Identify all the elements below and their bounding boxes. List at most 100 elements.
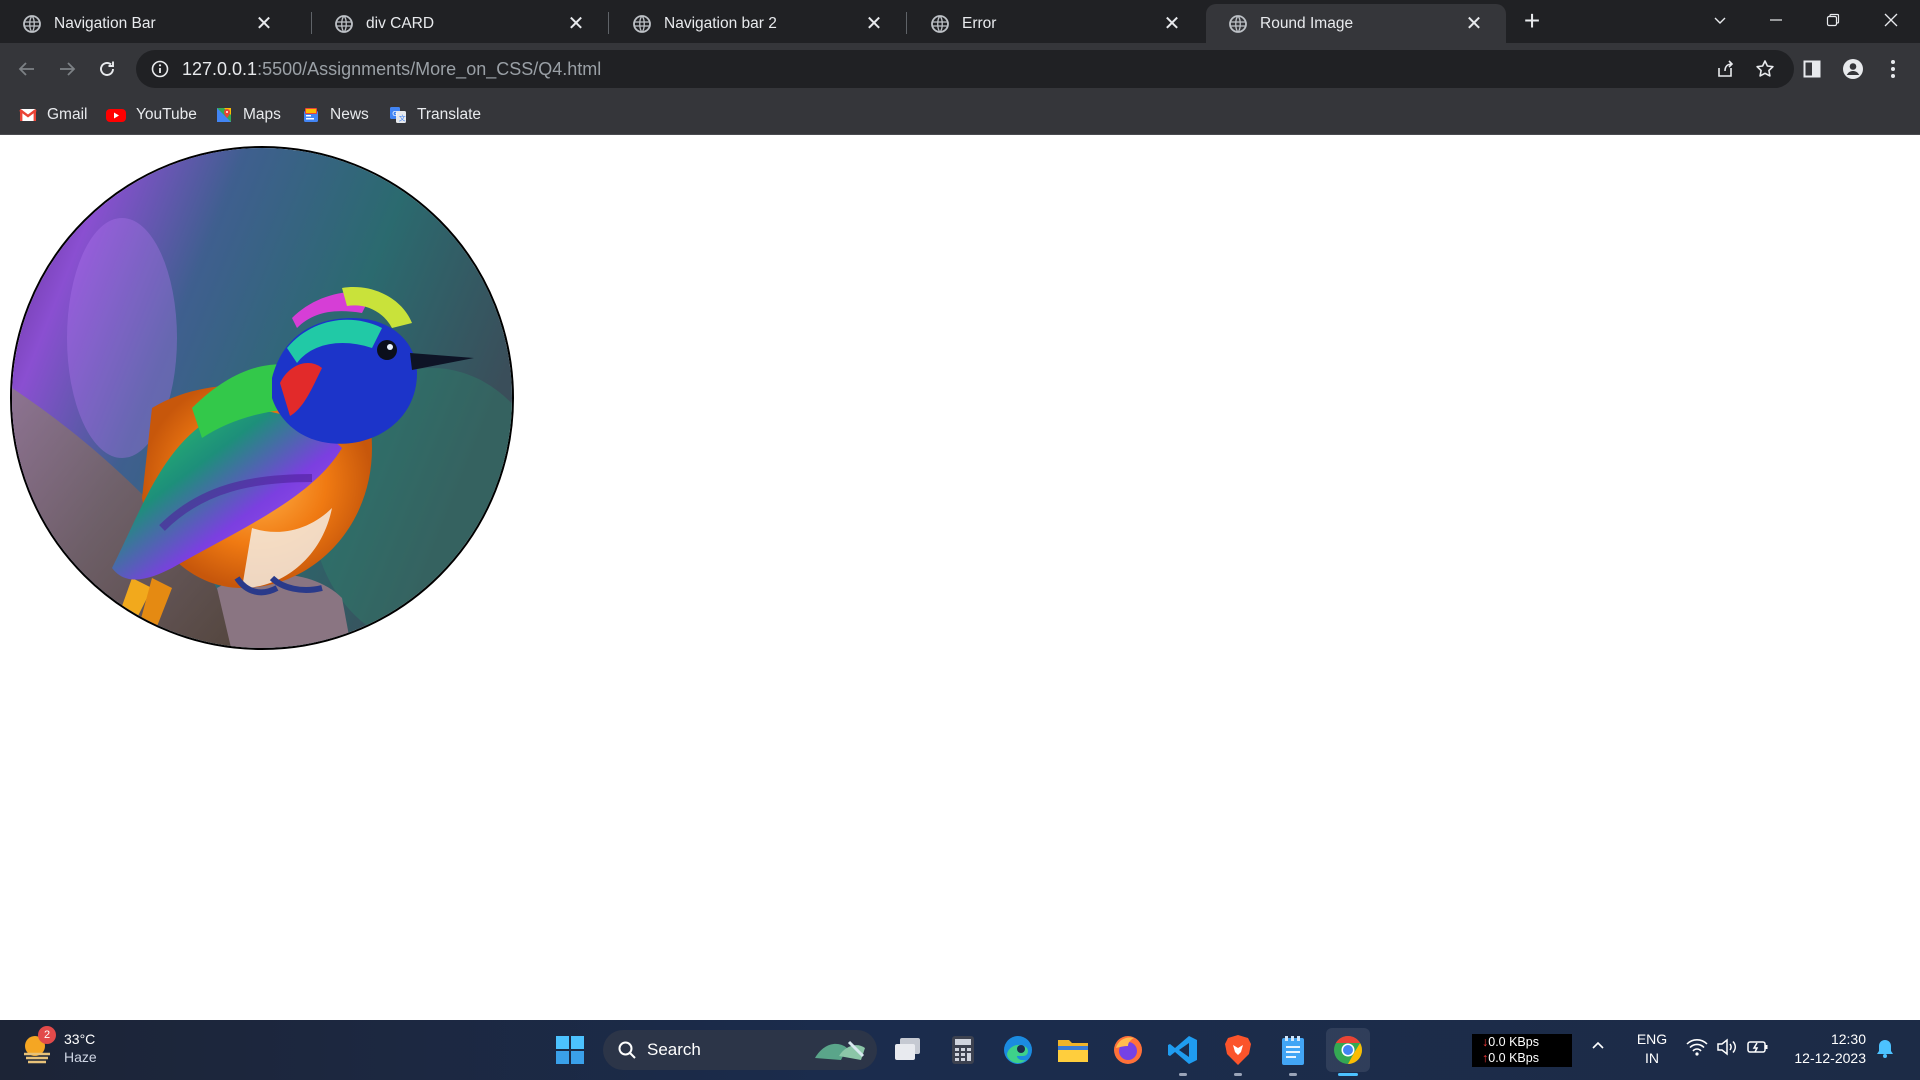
edge-icon <box>1004 1036 1032 1064</box>
side-panel-icon <box>1803 60 1821 78</box>
news-icon <box>304 108 318 122</box>
bookmark-translate[interactable]: G文 Translate <box>389 103 481 127</box>
share-icon <box>1718 60 1734 77</box>
side-panel-button[interactable] <box>1795 52 1829 86</box>
bookmark-label: Gmail <box>47 106 88 123</box>
notifications-button[interactable] <box>1876 1038 1894 1063</box>
restore-button[interactable] <box>1808 0 1858 40</box>
search-highlight-icon <box>815 1040 865 1060</box>
arrow-right-icon <box>60 62 76 76</box>
address-bar[interactable]: 127.0.0.1:5500/Assignments/More_on_CSS/Q… <box>136 50 1794 88</box>
search-label: Search <box>647 1040 701 1059</box>
brave-app[interactable] <box>1216 1028 1260 1072</box>
forward-button[interactable] <box>50 52 84 86</box>
weather-icon-wrap: 2 <box>20 1026 56 1066</box>
task-view-button[interactable] <box>886 1028 930 1072</box>
bookmark-maps[interactable]: Maps <box>215 103 281 127</box>
close-tab-icon[interactable]: ✕ <box>564 12 588 36</box>
tab-navigation-bar-2[interactable]: Navigation bar 2 ✕ <box>610 4 906 43</box>
url-text[interactable]: 127.0.0.1:5500/Assignments/More_on_CSS/Q… <box>182 59 601 80</box>
person-icon <box>1843 59 1863 79</box>
wifi-status[interactable] <box>1686 1038 1708 1061</box>
chrome-app[interactable] <box>1326 1028 1370 1072</box>
info-icon[interactable] <box>150 59 170 79</box>
bookmark-youtube[interactable]: YouTube <box>106 103 197 127</box>
tab-error[interactable]: Error ✕ <box>908 4 1204 43</box>
weather-temp: 33°C <box>64 1031 96 1047</box>
wifi-icon <box>1686 1039 1708 1056</box>
tab-title: Round Image <box>1260 14 1354 32</box>
reload-button[interactable] <box>90 52 124 86</box>
tab-title: Navigation Bar <box>54 14 156 32</box>
show-hidden-icons-button[interactable] <box>1590 1038 1606 1059</box>
vscode-app[interactable] <box>1161 1028 1205 1072</box>
active-indicator <box>1338 1073 1358 1076</box>
running-indicator <box>1179 1073 1187 1076</box>
bird-illustration <box>12 148 512 648</box>
chevron-down-icon <box>1714 17 1726 24</box>
region-code: IN <box>1645 1050 1659 1066</box>
youtube-icon <box>106 109 126 122</box>
calculator-app[interactable] <box>941 1028 985 1072</box>
kebab-menu-icon <box>1891 60 1895 78</box>
close-window-button[interactable] <box>1866 0 1916 40</box>
file-explorer-app[interactable] <box>1051 1028 1095 1072</box>
vscode-icon <box>1168 1036 1197 1064</box>
close-tab-icon[interactable]: ✕ <box>862 12 886 36</box>
minimize-icon <box>1770 19 1782 21</box>
taskbar-search[interactable]: Search <box>603 1030 877 1070</box>
bookmark-label: YouTube <box>136 106 197 123</box>
notepad-app[interactable] <box>1271 1028 1315 1072</box>
bookmark-gmail[interactable]: Gmail <box>19 103 87 127</box>
profile-button[interactable] <box>1836 52 1870 86</box>
edge-app[interactable] <box>996 1028 1040 1072</box>
tab-navigation-bar[interactable]: Navigation Bar ✕ <box>0 4 296 43</box>
globe-icon <box>335 14 353 33</box>
tab-search-button[interactable] <box>1695 0 1745 40</box>
running-indicator <box>1234 1073 1242 1076</box>
close-tab-icon[interactable]: ✕ <box>1462 12 1486 36</box>
close-tab-icon[interactable]: ✕ <box>252 12 276 36</box>
tab-strip: Navigation Bar ✕ div CARD ✕ Navigation b… <box>0 0 1920 43</box>
volume-icon <box>1717 1038 1736 1056</box>
firefox-app[interactable] <box>1106 1028 1150 1072</box>
notepad-icon <box>1282 1036 1304 1065</box>
weather-condition: Haze <box>64 1049 97 1065</box>
translate-icon: G文 <box>390 107 406 123</box>
bookmark-news[interactable]: News <box>302 103 369 127</box>
language-code: ENG <box>1636 1031 1668 1047</box>
windows-taskbar: 2 33°C Haze Search ↓0.0 KBps ↑0.0 KBps E… <box>0 1020 1920 1080</box>
browser-toolbar: 127.0.0.1:5500/Assignments/More_on_CSS/Q… <box>0 43 1920 95</box>
weather-widget[interactable]: 2 33°C Haze <box>20 1026 97 1066</box>
net-down-row: ↓0.0 KBps <box>1482 1035 1539 1049</box>
input-language[interactable]: ENG IN <box>1632 1030 1672 1068</box>
folder-icon <box>1058 1040 1088 1062</box>
globe-icon <box>1229 14 1247 33</box>
start-button[interactable] <box>548 1028 592 1072</box>
weather-badge: 2 <box>38 1026 56 1044</box>
new-tab-button[interactable]: + <box>1518 5 1546 36</box>
page-content <box>0 136 1920 1020</box>
bookmark-star-button[interactable] <box>1748 50 1782 88</box>
tab-title: div CARD <box>366 14 435 32</box>
minimize-button[interactable] <box>1751 0 1801 40</box>
network-meter: ↓0.0 KBps ↑0.0 KBps <box>1472 1034 1572 1067</box>
tab-separator <box>906 12 907 34</box>
volume-status[interactable] <box>1716 1038 1738 1061</box>
back-button[interactable] <box>10 52 44 86</box>
url-path: :5500/Assignments/More_on_CSS/Q4.html <box>257 58 602 79</box>
battery-status[interactable] <box>1746 1038 1770 1061</box>
tab-div-card[interactable]: div CARD ✕ <box>312 4 608 43</box>
net-up: 0.0 KBps <box>1488 1051 1539 1065</box>
globe-icon <box>931 14 949 33</box>
tab-round-image[interactable]: Round Image ✕ <box>1206 4 1506 43</box>
bookmark-label: Translate <box>417 106 482 123</box>
calculator-icon <box>952 1036 974 1064</box>
share-button[interactable] <box>1708 50 1742 88</box>
search-icon <box>618 1041 636 1059</box>
reload-icon <box>100 61 114 76</box>
system-clock[interactable]: 12:30 12-12-2023 <box>1784 1030 1866 1068</box>
close-tab-icon[interactable]: ✕ <box>1160 12 1184 36</box>
globe-icon <box>633 14 651 33</box>
menu-button[interactable] <box>1876 52 1910 86</box>
